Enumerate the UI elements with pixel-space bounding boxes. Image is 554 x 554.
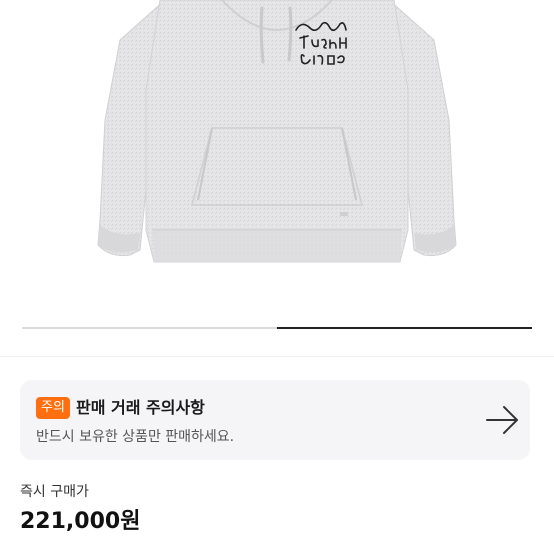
warning-badge: 주의 (36, 397, 70, 419)
section-divider (0, 356, 554, 357)
carousel-progress-fill (277, 327, 532, 329)
notice-title: 판매 거래 주의사항 (76, 398, 205, 417)
notice-card[interactable]: 주의 판매 거래 주의사항 반드시 보유한 상품만 판매하세요. (20, 380, 530, 460)
hoodie-image (97, 0, 457, 263)
product-image[interactable] (0, 0, 554, 356)
notice-text: 반드시 보유한 상품만 판매하세요. (36, 429, 235, 445)
price-label: 즉시 구매가 (20, 484, 89, 500)
arrow-right-icon[interactable] (484, 402, 520, 438)
carousel-progress (22, 327, 532, 329)
price-value: 221,000원 (20, 509, 141, 534)
